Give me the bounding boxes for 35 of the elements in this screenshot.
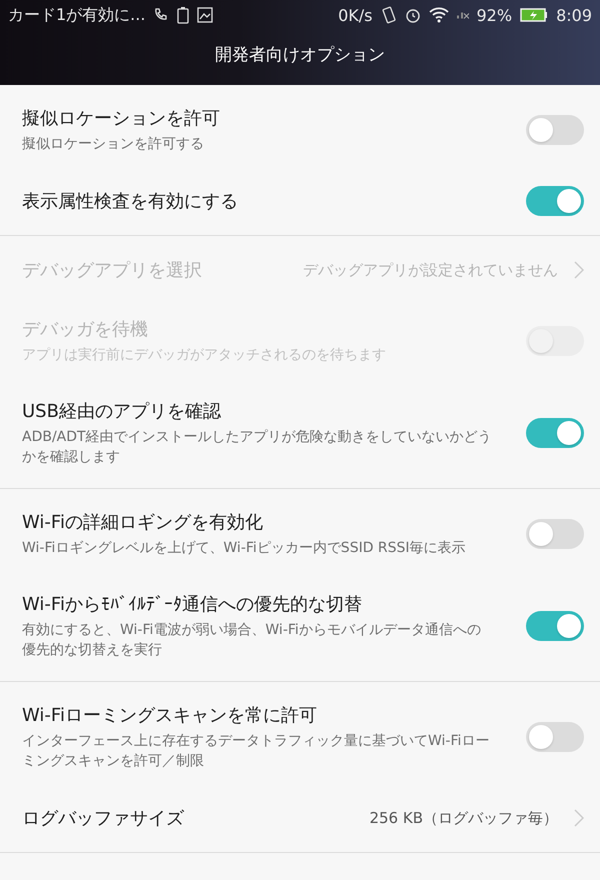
setting-value: デバッグアプリが設定されていません [303,260,558,280]
battery-charging-icon [520,8,548,22]
toggle-switch[interactable] [526,115,584,145]
toggle-switch[interactable] [526,611,584,641]
toggle-switch[interactable] [526,186,584,216]
chevron-right-icon [574,261,584,279]
chevron-right-icon [574,809,584,827]
clock-time: 8:09 [556,6,592,24]
toggle-switch[interactable] [526,519,584,549]
battery-percent: 92% [476,6,512,24]
setting-description: インターフェース上に存在するデータトラフィック量に基づいてWi-Fiローミングスキャンを許可／制限 [22,732,490,771]
setting-title[interactable]: Wi-Fiの詳細ロギングを有効化 [22,510,510,534]
setting-description: 有効にすると、Wi-Fi電波が弱い場合、Wi-Fiからモバイルデータ通信への優先的な切替えを実行 [22,621,482,660]
setting-title[interactable]: 擬似ロケーションを許可 [22,106,510,130]
vibrate-icon [380,6,396,24]
setting-title[interactable]: ログバッファサイズ [22,806,354,830]
setting-title[interactable]: 表示属性検査を有効にする [22,189,510,213]
notification-text: カード1が有効に... [8,4,146,26]
toggle-switch[interactable] [526,418,584,448]
screen-title: 開発者向けオプション [214,44,386,67]
toggle-switch[interactable] [526,722,584,752]
signal-icon [456,12,468,18]
setting-description: 擬似ロケーションを許可する [22,135,205,154]
setting-value: 256 KB（ログバッファ毎） [369,808,558,828]
setting-title[interactable]: Wi-Fiからﾓﾊﾞｲﾙﾃﾞｰﾀ通信への優先的な切替 [22,592,510,616]
setting-description: ADB/ADT経由でインストールしたアプリが危険な動きをしていないかどうかを確認します [22,428,492,467]
setting-title[interactable]: USB経由のアプリを確認 [22,399,510,423]
phone-icon [153,7,170,23]
setting-description: Wi-Fiロギングレベルを上げて、Wi-Fiピッカー内でSSID RSSI毎に表示 [22,539,467,558]
alarm-icon [404,7,420,23]
battery-icon [177,6,190,24]
wifi-icon [428,7,448,23]
setting-title[interactable]: Wi-Fiローミングスキャンを常に許可 [22,703,510,727]
image-icon [197,7,214,23]
network-speed: 0K/s [338,6,372,24]
